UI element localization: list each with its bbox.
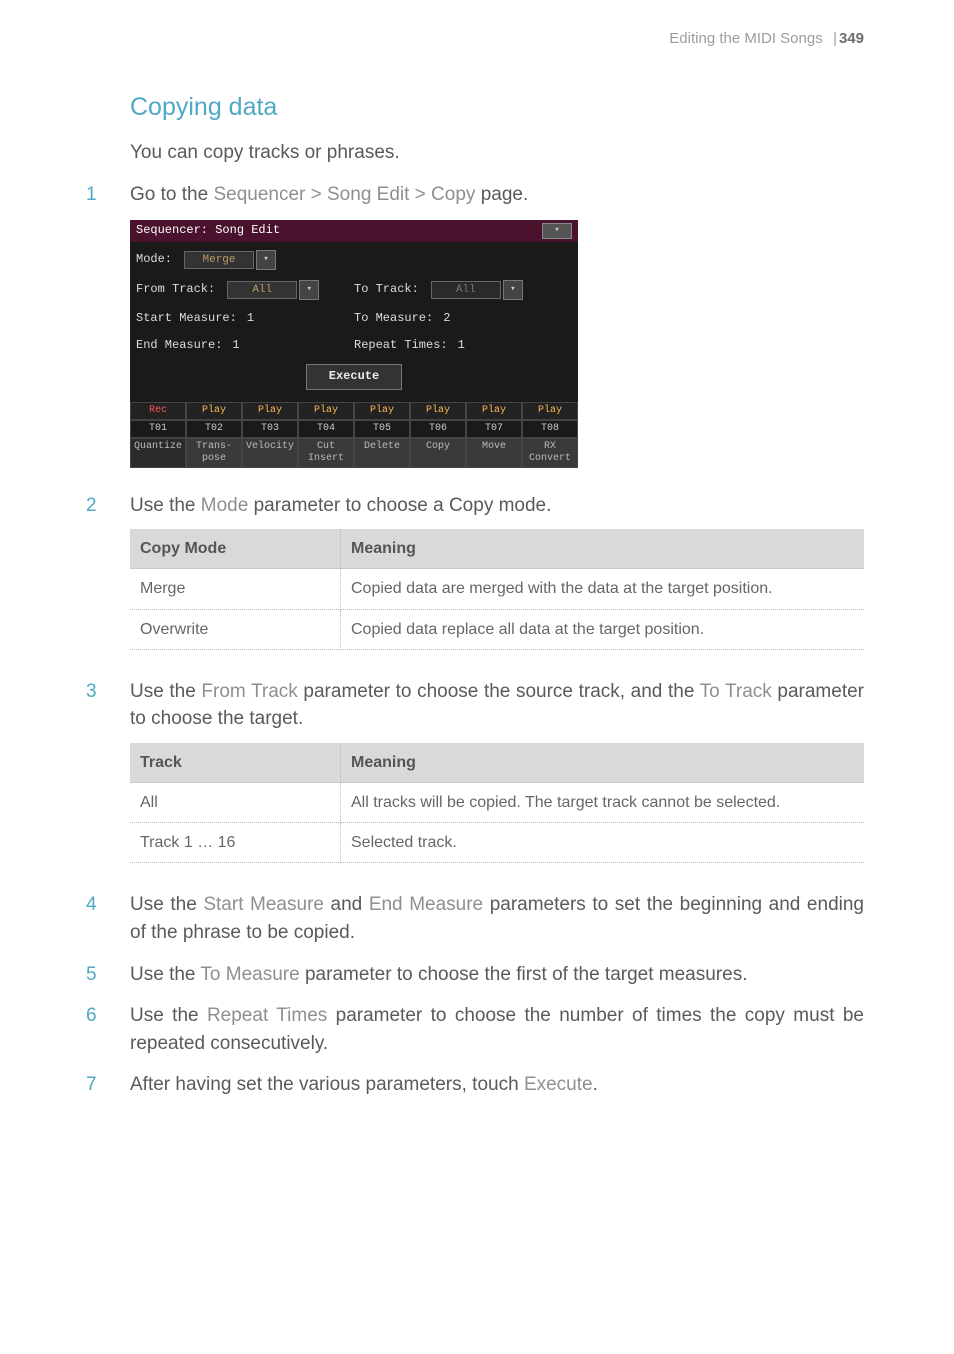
param-from-track: From Track — [201, 681, 297, 702]
th-copy-mode: Copy Mode — [130, 529, 341, 569]
param-start-measure: Start Measure — [203, 894, 324, 915]
track-id[interactable]: T05 — [354, 420, 410, 438]
track-id[interactable]: T07 — [466, 420, 522, 438]
device-screenshot: Sequencer: Song Edit ▾ Mode: Merge ▾ — [130, 220, 578, 468]
to-measure-value[interactable]: 2 — [443, 310, 450, 327]
cell-track-meaning: Selected track. — [341, 823, 865, 863]
track-id[interactable]: T08 — [522, 420, 578, 438]
tab-velocity[interactable]: Velocity — [242, 438, 298, 468]
table-row: Merge Copied data are merged with the da… — [130, 569, 864, 609]
th-track: Track — [130, 743, 341, 783]
param-repeat-times: Repeat Times — [207, 1005, 327, 1026]
shot-body: Mode: Merge ▾ From Track: — [130, 242, 578, 402]
param-execute: Execute — [524, 1074, 593, 1095]
param-to-track: To Track — [700, 681, 772, 702]
chevron-down-icon[interactable]: ▾ — [256, 250, 276, 270]
to-track-label: To Track: — [354, 281, 419, 298]
execute-row: Execute — [136, 364, 572, 389]
cell-mode-meaning: Copied data replace all data at the targ… — [341, 609, 865, 649]
track-status[interactable]: Play — [186, 402, 242, 420]
track-id-row: T01 T02 T03 T04 T05 T06 T07 T08 — [130, 420, 578, 438]
cell-mode-name: Overwrite — [130, 609, 341, 649]
mode-label: Mode: — [136, 251, 172, 268]
section-title: Copying data — [130, 93, 864, 122]
table-header-row: Track Meaning — [130, 743, 864, 783]
step-3: Use the From Track parameter to choose t… — [130, 678, 864, 864]
step-2: Use the Mode parameter to choose a Copy … — [130, 492, 864, 650]
track-status[interactable]: Rec — [130, 402, 186, 420]
param-to-measure: To Measure — [200, 964, 299, 985]
running-header-section: Editing the MIDI Songs — [669, 30, 822, 47]
running-header-sep: | — [833, 30, 837, 47]
track-status[interactable]: Play — [522, 402, 578, 420]
step-5: Use the To Measure parameter to choose t… — [130, 961, 864, 989]
step-7: After having set the various parameters,… — [130, 1071, 864, 1099]
track-id[interactable]: T03 — [242, 420, 298, 438]
track-id[interactable]: T04 — [298, 420, 354, 438]
param-mode: Mode — [201, 495, 249, 516]
to-track-value: All — [431, 281, 501, 299]
chevron-down-icon[interactable]: ▾ — [299, 280, 319, 300]
track-id[interactable]: T01 — [130, 420, 186, 438]
repeat-times-value[interactable]: 1 — [458, 337, 465, 354]
from-track-value: All — [227, 281, 297, 299]
tabs-row: Quantize Trans- pose Velocity Cut Insert… — [130, 438, 578, 468]
tab-transpose[interactable]: Trans- pose — [186, 438, 242, 468]
track-status-row: Rec Play Play Play Play Play Play Play — [130, 402, 578, 420]
track-status[interactable]: Play — [466, 402, 522, 420]
cell-mode-meaning: Copied data are merged with the data at … — [341, 569, 865, 609]
step-6: Use the Repeat Times parameter to choose… — [130, 1002, 864, 1057]
step-4: Use the Start Measure and End Measure pa… — [130, 891, 864, 946]
running-header: Editing the MIDI Songs |349 — [90, 30, 864, 47]
track-status[interactable]: Play — [410, 402, 466, 420]
intro-text: You can copy tracks or phrases. — [130, 140, 864, 167]
cell-mode-name: Merge — [130, 569, 341, 609]
menu-icon[interactable]: ▾ — [542, 223, 572, 239]
tab-copy[interactable]: Copy — [410, 438, 466, 468]
track-status[interactable]: Play — [242, 402, 298, 420]
track-status[interactable]: Play — [354, 402, 410, 420]
tab-delete[interactable]: Delete — [354, 438, 410, 468]
th-meaning: Meaning — [341, 529, 865, 569]
to-track-select[interactable]: All ▾ — [431, 280, 523, 300]
table-row: Overwrite Copied data replace all data a… — [130, 609, 864, 649]
end-measure-label: End Measure: — [136, 337, 222, 354]
mode-value: Merge — [184, 251, 254, 269]
table-row: All All tracks will be copied. The targe… — [130, 783, 864, 823]
tab-move[interactable]: Move — [466, 438, 522, 468]
shot-titlebar: Sequencer: Song Edit ▾ — [130, 220, 578, 241]
content-block: Copying data You can copy tracks or phra… — [130, 93, 864, 1099]
steps-list: Go to the Sequencer > Song Edit > Copy p… — [130, 181, 864, 1099]
start-measure-value[interactable]: 1 — [247, 310, 254, 327]
tab-rx-convert[interactable]: RX Convert — [522, 438, 578, 468]
tab-quantize[interactable]: Quantize — [130, 438, 186, 468]
execute-button[interactable]: Execute — [306, 364, 402, 389]
cell-track-meaning: All tracks will be copied. The target tr… — [341, 783, 865, 823]
repeat-times-label: Repeat Times: — [354, 337, 448, 354]
track-id[interactable]: T02 — [186, 420, 242, 438]
end-measure-value[interactable]: 1 — [232, 337, 239, 354]
from-track-label: From Track: — [136, 281, 215, 298]
param-end-measure: End Measure — [369, 894, 483, 915]
param-nav-path: Sequencer > Song Edit > Copy — [213, 184, 475, 205]
track-status[interactable]: Play — [298, 402, 354, 420]
page-number: 349 — [839, 30, 864, 47]
track-table: Track Meaning All All tracks will be cop… — [130, 743, 864, 864]
step-1: Go to the Sequencer > Song Edit > Copy p… — [130, 181, 864, 468]
mode-select[interactable]: Merge ▾ — [184, 250, 276, 270]
track-id[interactable]: T06 — [410, 420, 466, 438]
table-row: Track 1 … 16 Selected track. — [130, 823, 864, 863]
tab-cut-insert[interactable]: Cut Insert — [298, 438, 354, 468]
cell-track-name: Track 1 … 16 — [130, 823, 341, 863]
copy-mode-table: Copy Mode Meaning Merge Copied data are … — [130, 529, 864, 650]
cell-track-name: All — [130, 783, 341, 823]
from-track-select[interactable]: All ▾ — [227, 280, 319, 300]
to-measure-label: To Measure: — [354, 310, 433, 327]
page: Editing the MIDI Songs |349 Copying data… — [0, 0, 954, 1354]
th-meaning: Meaning — [341, 743, 865, 783]
chevron-down-icon[interactable]: ▾ — [503, 280, 523, 300]
start-measure-label: Start Measure: — [136, 310, 237, 327]
table-header-row: Copy Mode Meaning — [130, 529, 864, 569]
shot-title: Sequencer: Song Edit — [136, 222, 280, 239]
